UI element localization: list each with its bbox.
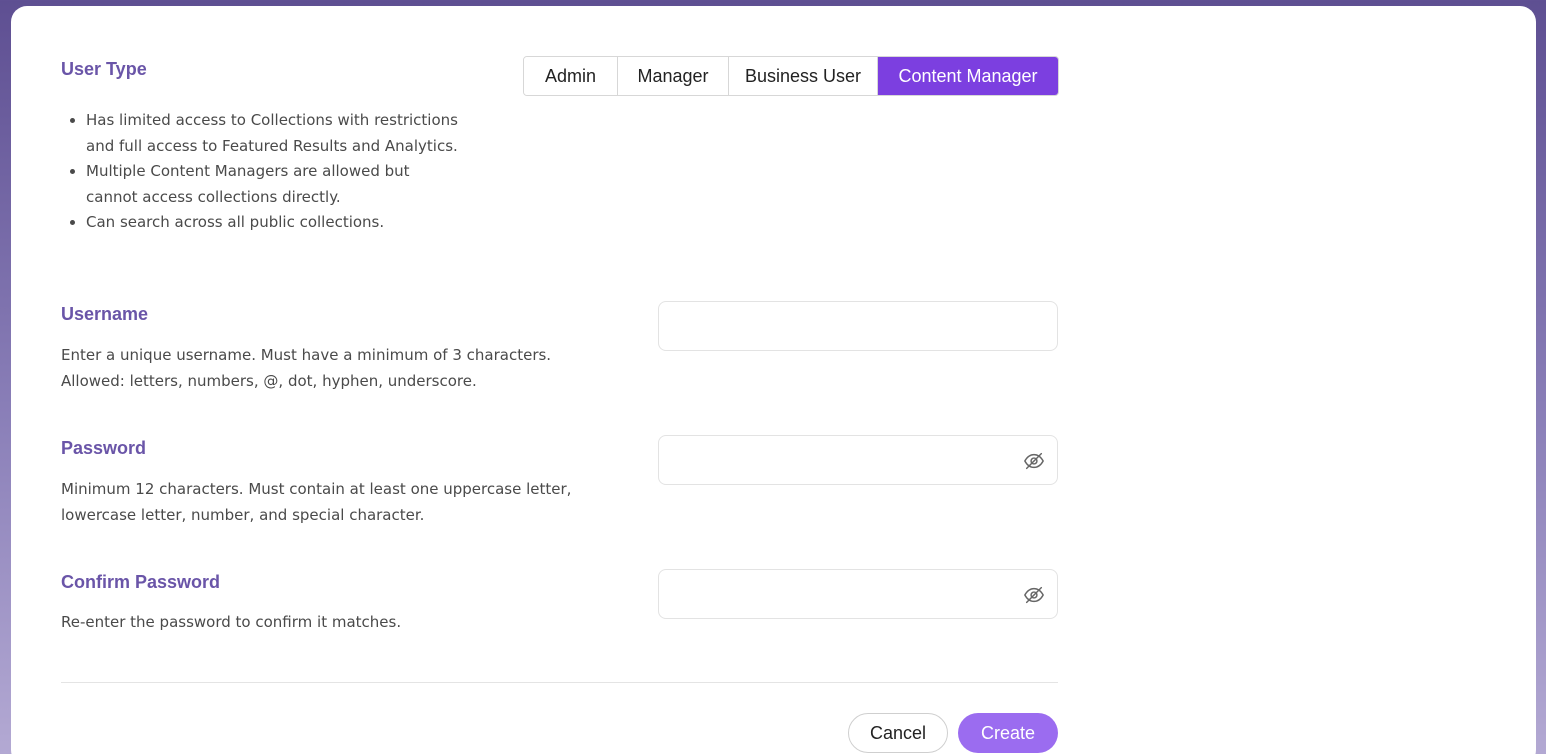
user-type-selector: Admin Manager Business User Content Mana…: [523, 56, 1059, 96]
create-button[interactable]: Create: [958, 713, 1058, 753]
confirm-password-input[interactable]: [659, 570, 1057, 618]
eye-off-icon[interactable]: [1023, 450, 1045, 472]
password-description-line: lowercase letter, number, and special ch…: [61, 505, 425, 524]
username-description-line: Enter a unique username. Must have a min…: [61, 346, 552, 364]
user-type-description: Has limited access to Collections with r…: [61, 108, 461, 236]
password-input[interactable]: [659, 436, 1057, 484]
user-type-option-content-manager[interactable]: Content Manager: [878, 57, 1058, 95]
user-type-option-business-user[interactable]: Business User: [729, 57, 878, 95]
password-description: Minimum 12 characters. Must contain at l…: [61, 477, 571, 528]
create-user-card: User Type Has limited access to Collecti…: [11, 6, 1536, 754]
password-description-line: Minimum 12 characters. Must contain at l…: [61, 480, 572, 498]
password-field: [658, 435, 1058, 485]
user-type-option-admin[interactable]: Admin: [524, 57, 618, 95]
username-description-line: Allowed: letters, numbers, @, dot, hyphe…: [61, 371, 477, 390]
eye-off-icon[interactable]: [1023, 584, 1045, 606]
username-title: Username: [61, 304, 149, 324]
username-field: [658, 301, 1058, 351]
username-description: Enter a unique username. Must have a min…: [61, 343, 551, 394]
form-divider: [61, 682, 1058, 683]
username-input[interactable]: [659, 302, 1057, 350]
cancel-button[interactable]: Cancel: [848, 713, 948, 753]
password-title: Password: [61, 438, 147, 458]
user-type-bullet: Has limited access to Collections with r…: [86, 108, 461, 159]
user-type-bullet: Multiple Content Managers are allowed bu…: [86, 159, 461, 210]
confirm-password-field: [658, 569, 1058, 619]
confirm-password-title: Confirm Password: [61, 572, 221, 592]
user-type-option-manager[interactable]: Manager: [618, 57, 729, 95]
confirm-password-description: Re-enter the password to confirm it matc…: [61, 613, 402, 631]
user-type-title: User Type: [61, 59, 147, 79]
user-type-bullet: Can search across all public collections…: [86, 210, 461, 236]
